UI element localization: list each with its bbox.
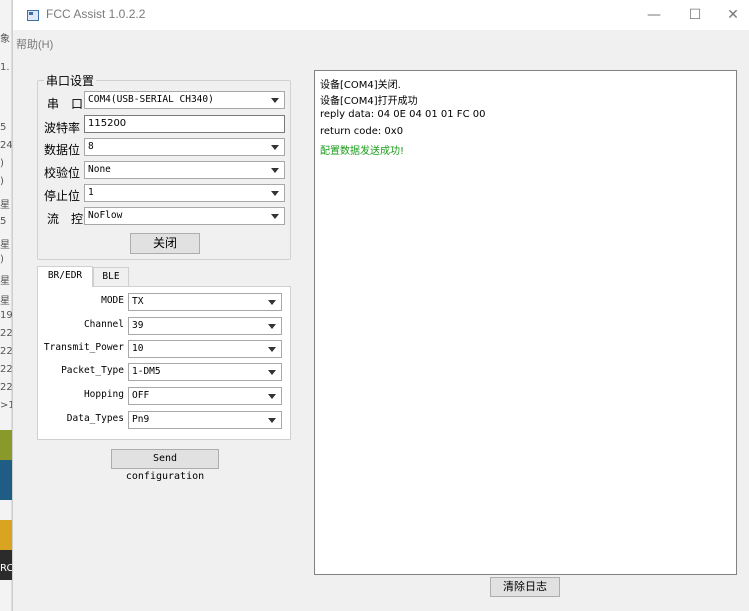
clear-log-button[interactable]: 清除日志	[490, 577, 560, 597]
tab-ble[interactable]: BLE	[93, 267, 129, 287]
port-select[interactable]: COM4(USB-SERIAL CH340)	[84, 91, 285, 109]
br-edr-pane: MODE TX Channel 39 Transmit_Power 10 Pac…	[37, 286, 291, 440]
log-line: 设备[COM4]关闭.	[320, 80, 401, 91]
power-value: 10	[132, 343, 144, 354]
chevron-down-icon	[271, 191, 279, 196]
packet-type-select[interactable]: 1-DM5	[128, 363, 282, 381]
send-configuration-button[interactable]: Send configuration	[111, 449, 219, 482]
hopping-select[interactable]: OFF	[128, 387, 282, 405]
power-select[interactable]: 10	[128, 340, 282, 358]
databits-value: 8	[88, 141, 94, 152]
hopping-value: OFF	[132, 390, 150, 401]
stopbits-select[interactable]: 1	[84, 184, 285, 202]
background-text: 象	[0, 34, 10, 45]
data-types-label: Data_Types	[66, 413, 124, 424]
background-text: 22	[0, 364, 13, 375]
close-window-button[interactable]: ✕	[718, 6, 748, 24]
baud-input[interactable]: 115200	[84, 115, 285, 133]
packet-type-value: 1-DM5	[132, 366, 161, 377]
background-text: 5	[0, 216, 7, 227]
data-types-value: Pn9	[132, 414, 150, 425]
channel-value: 39	[132, 320, 144, 331]
app-icon	[27, 10, 39, 21]
flow-select[interactable]: NoFlow	[84, 207, 285, 225]
background-text: 星	[0, 296, 10, 307]
background-text: 星	[0, 276, 10, 287]
chevron-down-icon	[268, 300, 276, 305]
close-port-button[interactable]: 关闭	[130, 233, 200, 254]
minimize-button[interactable]: —	[639, 6, 669, 24]
background-text: )	[0, 254, 4, 265]
stopbits-label: 停止位	[44, 189, 81, 203]
window-title: FCC Assist 1.0.2.2	[46, 7, 146, 21]
background-block	[0, 430, 12, 460]
tab-br-edr[interactable]: BR/EDR	[37, 266, 93, 287]
hopping-label: Hopping	[83, 389, 124, 400]
background-text: 19	[0, 310, 13, 321]
chevron-down-icon	[271, 214, 279, 219]
maximize-button[interactable]: ☐	[680, 6, 710, 24]
chevron-down-icon	[268, 394, 276, 399]
menu-bar: 帮助(H)	[13, 36, 53, 54]
background-text: 星	[0, 240, 10, 251]
background-text: 1.	[0, 62, 10, 73]
data-types-select[interactable]: Pn9	[128, 411, 282, 429]
channel-select[interactable]: 39	[128, 317, 282, 335]
channel-label: Channel	[83, 319, 124, 330]
background-block	[0, 460, 12, 500]
mode-label: MODE	[101, 295, 124, 306]
serial-settings-title: 串口设置	[44, 72, 97, 89]
databits-select[interactable]: 8	[84, 138, 285, 156]
background-text: 5	[0, 122, 7, 133]
chevron-down-icon	[271, 168, 279, 173]
chevron-down-icon	[271, 145, 279, 150]
background-block	[0, 520, 12, 550]
background-text: 24	[0, 140, 13, 151]
background-text: 星	[0, 200, 10, 211]
power-label: Transmit_Power	[43, 342, 124, 353]
baud-label: 波特率	[44, 121, 81, 135]
chevron-down-icon	[268, 324, 276, 329]
packet-type-label: Packet_Type	[61, 365, 124, 376]
menu-help[interactable]: 帮助(H)	[13, 39, 53, 51]
log-line: 设备[COM4]打开成功	[320, 96, 418, 107]
databits-label: 数据位	[44, 143, 81, 157]
log-output[interactable]: 设备[COM4]关闭. 设备[COM4]打开成功 reply data: 04 …	[314, 70, 737, 575]
flow-label: 流 控	[47, 212, 84, 226]
mode-value: TX	[132, 296, 144, 307]
background-text: )	[0, 176, 4, 187]
background-window-strip: 象 1. 5 24 ) ) 星 5 星 ) 星 星 19 22 22 22 22…	[0, 0, 15, 611]
log-line: return code: 0x0	[320, 126, 404, 137]
port-label: 串 口	[47, 97, 84, 111]
log-line-success: 配置数据发送成功!	[320, 146, 405, 157]
app-window: FCC Assist 1.0.2.2 — ☐ ✕ 帮助(H) 串口设置 串 口 …	[12, 0, 749, 611]
background-text: 22	[0, 328, 13, 339]
stopbits-value: 1	[88, 187, 94, 198]
chevron-down-icon	[268, 370, 276, 375]
chevron-down-icon	[271, 98, 279, 103]
parity-label: 校验位	[44, 166, 81, 180]
log-line: reply data: 04 0E 04 01 01 FC 00	[320, 109, 486, 120]
background-text: )	[0, 158, 4, 169]
port-value: COM4(USB-SERIAL CH340)	[88, 94, 214, 105]
chevron-down-icon	[268, 418, 276, 423]
parity-select[interactable]: None	[84, 161, 285, 179]
mode-select[interactable]: TX	[128, 293, 282, 311]
background-text: 22	[0, 346, 13, 357]
title-bar: FCC Assist 1.0.2.2 — ☐ ✕	[13, 0, 749, 30]
parity-value: None	[88, 164, 111, 175]
background-text: 22	[0, 382, 13, 393]
chevron-down-icon	[268, 347, 276, 352]
flow-value: NoFlow	[88, 210, 123, 221]
